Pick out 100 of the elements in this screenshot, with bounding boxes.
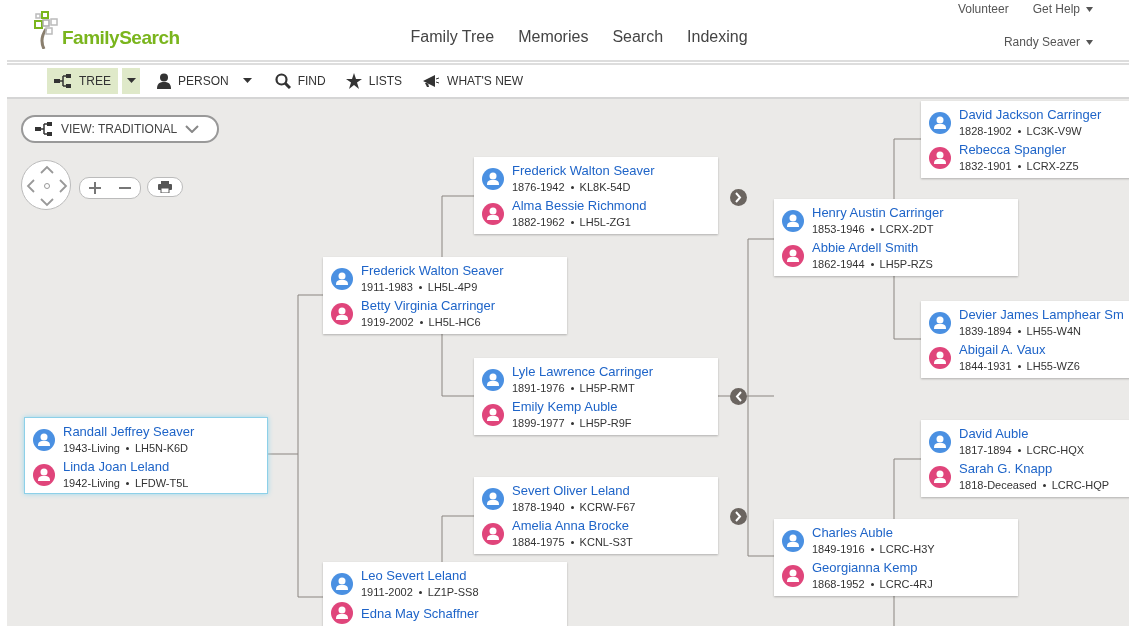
separator-dot bbox=[418, 591, 422, 594]
person-name-link[interactable]: Frederick Walton Seaver bbox=[512, 162, 655, 179]
dropdown-toggle[interactable] bbox=[120, 68, 140, 94]
couple-card[interactable]: Charles Auble 1849-1916 LCRC-H3Y Georgianna Kemp 1868-1952 LCRC-4RJ bbox=[774, 519, 1018, 596]
person-id: LH55-W4N bbox=[1026, 324, 1081, 339]
person-name-link[interactable]: Emily Kemp Auble bbox=[512, 398, 632, 415]
life-dates: 1817-1894 bbox=[959, 443, 1012, 458]
separator-dot bbox=[419, 321, 423, 324]
utility-link[interactable]: Get Help bbox=[1032, 2, 1080, 16]
toolbar-tab[interactable]: PERSON bbox=[150, 68, 236, 94]
person-id: LFDW-T5L bbox=[134, 476, 189, 491]
person-id: LH5L-HC6 bbox=[428, 315, 481, 330]
female-avatar-icon bbox=[482, 523, 504, 545]
nav-link[interactable]: Indexing bbox=[687, 28, 748, 46]
male-avatar-icon bbox=[782, 530, 804, 552]
couple-card[interactable]: Frederick Walton Seaver 1876-1942 KL8K-54D Alma Bessie Richmond 1882-1962 LH5L-ZG1 bbox=[474, 157, 718, 234]
caret-icon bbox=[126, 78, 136, 84]
couple-card[interactable]: David Jackson Carringer 1828-1902 LC3K-V9W Rebecca Spangler 1832-1901 LCRX-2Z5 bbox=[921, 101, 1129, 178]
toolbar-tab[interactable]: WHAT'S NEW bbox=[415, 68, 531, 94]
person-name-link[interactable]: Leo Severt Leland bbox=[361, 567, 479, 584]
collapse-button[interactable] bbox=[730, 388, 747, 405]
person-name-link[interactable]: Amelia Anna Brocke bbox=[512, 517, 633, 534]
utility-link[interactable]: Volunteer bbox=[957, 2, 1009, 16]
male-avatar-icon bbox=[331, 573, 353, 595]
person-id: LH5L-4P9 bbox=[427, 280, 478, 295]
person-name-link[interactable]: Abbie Ardell Smith bbox=[812, 239, 933, 256]
nav-link[interactable]: Family Tree bbox=[410, 28, 495, 46]
couple-card[interactable]: Severt Oliver Leland 1878-1940 KCRW-F67 Amelia Anna Brocke 1884-1975 KCNL-S3T bbox=[474, 477, 718, 554]
separator-dot bbox=[870, 228, 874, 231]
person-id: LC3K-V9W bbox=[1026, 124, 1082, 139]
person-name-link[interactable]: Alma Bessie Richmond bbox=[512, 197, 647, 214]
person-id: LCRC-H3Y bbox=[879, 542, 935, 557]
expand-button[interactable] bbox=[730, 508, 747, 525]
couple-card[interactable]: Randall Jeffrey Seaver 1943-Living LH5N-K6D Linda Joan Leland 1942-Living LFDW-T5L bbox=[24, 417, 268, 494]
person-name-link[interactable]: Georgianna Kemp bbox=[812, 559, 933, 576]
connector-line bbox=[893, 595, 895, 626]
tree-icon bbox=[54, 74, 72, 88]
person-name-link[interactable]: Edna May Schaffner bbox=[361, 604, 479, 622]
person-name-link[interactable]: Randall Jeffrey Seaver bbox=[63, 423, 195, 440]
person-name-link[interactable]: Severt Oliver Leland bbox=[512, 482, 636, 499]
view-selector[interactable]: VIEW: TRADITIONAL bbox=[21, 115, 219, 143]
life-dates: 1911-1983 bbox=[361, 280, 413, 295]
person-name-link[interactable]: Betty Virginia Carringer bbox=[361, 297, 496, 314]
person-name-link[interactable]: Henry Austin Carringer bbox=[812, 204, 944, 221]
zoom-in-icon[interactable] bbox=[89, 182, 101, 194]
male-avatar-icon bbox=[331, 268, 353, 290]
separator-dot bbox=[125, 447, 129, 450]
person-name-link[interactable]: David Jackson Carringer bbox=[959, 106, 1102, 123]
caret-icon bbox=[243, 78, 253, 84]
female-avatar-icon bbox=[929, 466, 951, 488]
couple-card[interactable]: David Auble 1817-1894 LCRC-HQX Sarah G. Knapp 1818-Deceased LCRC-HQP bbox=[921, 420, 1129, 497]
male-avatar-icon bbox=[33, 429, 55, 451]
person-name-link[interactable]: Rebecca Spangler bbox=[959, 141, 1079, 158]
couple-card[interactable]: Lyle Lawrence Carringer 1891-1976 LH5P-RMT Emily Kemp Auble 1899-1977 LH5P-R9F bbox=[474, 358, 718, 435]
couple-card[interactable]: Henry Austin Carringer 1853-1946 LCRX-2DT Abbie Ardell Smith 1862-1944 LH5P-RZS bbox=[774, 199, 1018, 276]
person-id: LCRC-4RJ bbox=[879, 577, 933, 592]
separator-dot bbox=[1017, 130, 1021, 133]
life-dates: 1818-Deceased bbox=[959, 478, 1037, 493]
person-name-link[interactable]: Frederick Walton Seaver bbox=[361, 262, 504, 279]
nav-link[interactable]: Memories bbox=[518, 28, 589, 46]
person-id: LZ1P-SS8 bbox=[427, 585, 479, 600]
life-dates: 1853-1946 bbox=[812, 222, 865, 237]
person-id: LH5P-RMT bbox=[579, 381, 635, 396]
person-name-link[interactable]: Devier James Lamphear Sm bbox=[959, 306, 1124, 323]
life-dates: 1891-1976 bbox=[512, 381, 565, 396]
life-dates: 1884-1975 bbox=[512, 535, 565, 550]
person-id: LH5L-ZG1 bbox=[579, 215, 631, 230]
separator-dot bbox=[1017, 330, 1021, 333]
person-name-link[interactable]: Abigail A. Vaux bbox=[959, 341, 1080, 358]
person-name-link[interactable]: Linda Joan Leland bbox=[63, 458, 189, 475]
person-id: KCNL-S3T bbox=[579, 535, 633, 550]
user-menu[interactable]: Randy Seaver bbox=[1003, 35, 1080, 49]
person-name-link[interactable]: Charles Auble bbox=[812, 524, 935, 541]
tree-icon bbox=[35, 122, 53, 136]
female-avatar-icon bbox=[331, 602, 353, 624]
printer-icon bbox=[158, 181, 172, 193]
toolbar-tab[interactable]: FIND bbox=[267, 68, 333, 94]
separator-dot bbox=[418, 286, 422, 289]
expand-button[interactable] bbox=[730, 189, 747, 206]
person-id: LCRC-HQX bbox=[1026, 443, 1085, 458]
couple-card[interactable]: Frederick Walton Seaver 1911-1983 LH5L-4P9 Betty Virginia Carringer 1919-2002 LH5L-HC6 bbox=[323, 257, 567, 334]
life-dates: 1839-1894 bbox=[959, 324, 1012, 339]
female-avatar-icon bbox=[33, 464, 55, 486]
couple-card[interactable]: Devier James Lamphear Sm 1839-1894 LH55-W4N Abigail A. Vaux 1844-1931 LH55-WZ6 bbox=[921, 301, 1129, 378]
separator-dot bbox=[570, 186, 574, 189]
life-dates: 1828-1902 bbox=[959, 124, 1012, 139]
person-id: LH5N-K6D bbox=[134, 441, 189, 456]
toolbar-tab[interactable]: LISTS bbox=[338, 68, 410, 94]
person-name-link[interactable]: David Auble bbox=[959, 425, 1085, 442]
male-avatar-icon bbox=[929, 112, 951, 134]
chevron-down-icon bbox=[185, 125, 200, 133]
person-name-link[interactable]: Lyle Lawrence Carringer bbox=[512, 363, 654, 380]
nav-link[interactable]: Search bbox=[612, 28, 664, 46]
person-id: LH55-WZ6 bbox=[1026, 359, 1080, 374]
print-button[interactable] bbox=[147, 177, 183, 197]
couple-card[interactable]: Leo Severt Leland 1911-2002 LZ1P-SS8 Edna May Schaffner bbox=[323, 562, 567, 626]
female-avatar-icon bbox=[482, 203, 504, 225]
toolbar-tab[interactable]: TREE bbox=[47, 68, 118, 94]
separator-dot bbox=[570, 221, 574, 224]
person-name-link[interactable]: Sarah G. Knapp bbox=[959, 460, 1110, 477]
